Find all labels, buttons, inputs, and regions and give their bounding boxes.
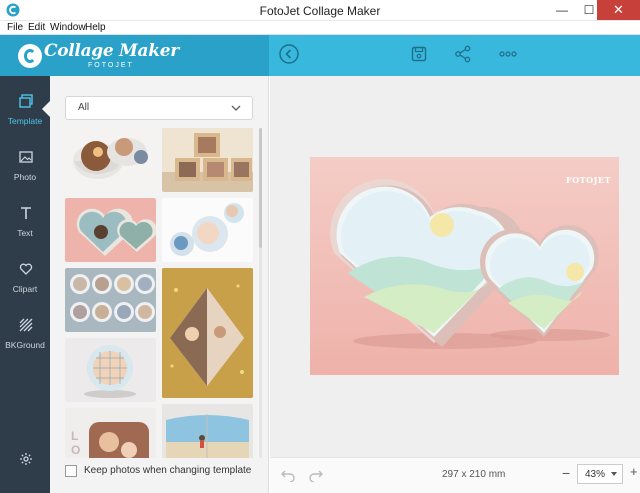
nav-text[interactable]: Text <box>0 198 50 248</box>
nav-background-label: BKGround <box>5 340 45 350</box>
template-thumbnail[interactable] <box>65 268 156 332</box>
canvas-dimensions: 297 x 210 mm <box>442 469 506 480</box>
category-dropdown[interactable]: All <box>65 96 253 120</box>
watermark-text: FOTOJET <box>566 175 611 185</box>
collage-canvas[interactable]: FOTOJET <box>310 157 619 375</box>
heart-icon <box>19 263 33 275</box>
left-nav: Template Photo Text Clipart BKGround <box>0 76 50 493</box>
template-thumbnail[interactable] <box>65 198 156 262</box>
template-thumbnail[interactable] <box>162 268 253 398</box>
text-icon <box>21 207 31 219</box>
menu-window[interactable]: Window <box>50 21 86 35</box>
menu-edit[interactable]: Edit <box>28 21 45 35</box>
nav-text-label: Text <box>17 228 33 238</box>
canvas-toolbar: 297 x 210 mm − 43% + <box>270 457 640 493</box>
more-icon[interactable] <box>497 43 519 65</box>
logo-subtitle: FOTOJET <box>88 62 134 69</box>
logo-text: Collage Maker <box>44 41 179 61</box>
back-icon[interactable] <box>278 43 300 65</box>
nav-clipart-label: Clipart <box>12 284 38 294</box>
zoom-in-button[interactable]: + <box>630 464 638 479</box>
gear-icon[interactable] <box>19 452 33 466</box>
nav-template-label: Template <box>7 116 43 126</box>
nav-clipart[interactable]: Clipart <box>0 254 50 304</box>
zoom-select[interactable]: 43% <box>577 464 623 484</box>
keep-photos-label: Keep photos when changing template <box>84 465 252 476</box>
chevron-down-icon <box>231 105 241 111</box>
keep-photos-checkbox[interactable] <box>65 465 77 477</box>
nav-background[interactable]: BKGround <box>0 310 50 360</box>
zoom-value: 43% <box>585 469 606 480</box>
category-value: All <box>78 102 90 113</box>
photo-icon <box>19 151 33 163</box>
menu-bar: File Edit Window Help <box>0 21 640 35</box>
template-thumbnail[interactable] <box>65 128 156 192</box>
template-icon <box>19 94 33 108</box>
logo-icon <box>18 44 42 68</box>
nav-photo[interactable]: Photo <box>0 142 50 192</box>
zoom-out-button[interactable]: − <box>562 465 570 481</box>
template-panel: All L O Keep photos when changing templa… <box>50 76 269 493</box>
menu-file[interactable]: File <box>7 21 23 35</box>
template-thumbnail[interactable] <box>162 404 253 458</box>
keep-photos-option[interactable]: Keep photos when changing template <box>65 464 260 480</box>
menu-help[interactable]: Help <box>85 21 106 35</box>
redo-icon[interactable] <box>308 468 324 482</box>
nav-photo-label: Photo <box>13 172 37 182</box>
svg-text:L: L <box>71 429 78 443</box>
logo-area: Collage Maker FOTOJET <box>0 35 269 76</box>
minimize-button[interactable]: — <box>548 0 576 20</box>
window-title: FotoJet Collage Maker <box>259 4 381 18</box>
share-icon[interactable] <box>452 43 474 65</box>
window-titlebar: FotoJet Collage Maker — ☐ ✕ <box>0 0 640 21</box>
save-icon[interactable] <box>408 43 430 65</box>
template-thumbnail[interactable] <box>65 338 156 402</box>
template-grid: L O <box>65 128 256 458</box>
app-header: Collage Maker FOTOJET <box>0 35 640 76</box>
template-thumbnail[interactable]: L O <box>65 408 156 458</box>
svg-text:O: O <box>71 443 80 457</box>
template-thumbnail[interactable] <box>162 198 253 262</box>
template-scrollbar-thumb[interactable] <box>259 128 262 248</box>
background-icon <box>19 318 33 332</box>
template-thumbnail[interactable] <box>162 128 253 192</box>
active-indicator <box>42 101 50 117</box>
undo-icon[interactable] <box>280 468 296 482</box>
canvas-area: FOTOJET <box>270 76 640 457</box>
close-button[interactable]: ✕ <box>597 0 640 20</box>
chevron-down-icon <box>611 472 617 476</box>
nav-template[interactable]: Template <box>0 86 50 136</box>
